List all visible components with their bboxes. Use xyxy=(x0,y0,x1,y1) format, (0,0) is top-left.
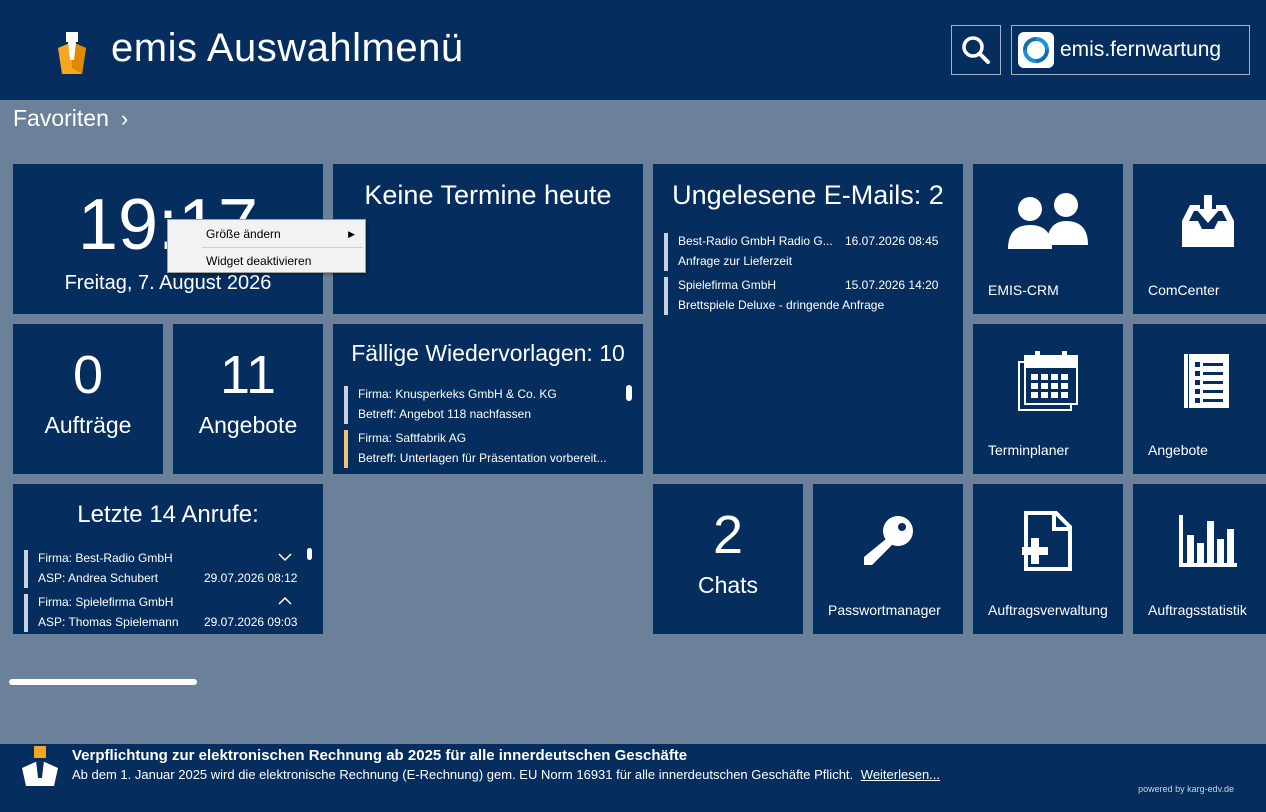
followups-scrollbar[interactable] xyxy=(626,385,632,401)
footer-title: Verpflichtung zur elektronischen Rechnun… xyxy=(72,747,688,764)
followup-company: Firma: Saftfabrik AG xyxy=(358,431,467,445)
chevron-up-icon[interactable] xyxy=(278,596,292,606)
document-list-icon xyxy=(1133,346,1266,416)
clock-date: Freitag, 7. August 2026 xyxy=(64,272,272,294)
call-date: 29.07.2026 09:03 xyxy=(204,615,298,629)
footer-message: Ab dem 1. Januar 2025 wird die elektroni… xyxy=(72,767,854,782)
powered-by-label: powered by karg-edv.de xyxy=(1138,784,1234,794)
footer-news-bar: Verpflichtung zur elektronischen Rechnun… xyxy=(0,744,1266,812)
followups-widget[interactable]: Fällige Wiedervorlagen: 10 Firma: Knuspe… xyxy=(333,324,643,474)
calls-scrollbar[interactable] xyxy=(307,548,312,560)
appointments-widget[interactable]: Keine Termine heute xyxy=(333,164,643,314)
call-company: Firma: Best-Radio GmbH xyxy=(38,551,173,565)
chevron-down-icon[interactable] xyxy=(278,552,292,562)
app-tile-angebote[interactable]: Angebote xyxy=(1133,324,1266,474)
app-tile-auftrag[interactable]: Auftragsverwaltung xyxy=(973,484,1123,634)
followup-item[interactable]: Firma: Knusperkeks GmbH & Co. KG Betreff… xyxy=(344,384,624,424)
header-bar: emis Auswahlmenü emis.fernwartung xyxy=(0,0,1266,100)
offers-count: 11 xyxy=(219,345,277,405)
remote-support-label: emis.fernwartung xyxy=(1060,38,1222,61)
read-more-link[interactable]: Weiterlesen... xyxy=(861,767,940,782)
emis-logo-icon xyxy=(22,746,58,786)
inbox-download-icon xyxy=(1133,186,1266,256)
app-label-comcenter: ComCenter xyxy=(1148,282,1220,298)
followup-company: Firma: Knusperkeks GmbH & Co. KG xyxy=(358,387,557,401)
appointments-title: Keine Termine heute xyxy=(364,180,612,210)
call-date: 29.07.2026 08:12 xyxy=(204,571,298,585)
email-item[interactable]: Best-Radio GmbH Radio G... 16.07.2026 08… xyxy=(664,231,954,271)
context-menu-separator xyxy=(202,247,363,248)
calls-title: Letzte 14 Anrufe: xyxy=(77,501,259,528)
search-button[interactable] xyxy=(951,25,1001,75)
call-item[interactable]: Firma: Spielefirma GmbH ASP: Thomas Spie… xyxy=(24,592,304,632)
app-tile-termin[interactable]: Terminplaner xyxy=(973,324,1123,474)
footer-text: Ab dem 1. Januar 2025 wird die elektroni… xyxy=(72,767,940,782)
followup-subject: Betreff: Unterlagen für Präsentation vor… xyxy=(358,451,607,465)
calls-widget[interactable]: Letzte 14 Anrufe: Firma: Best-Radio GmbH… xyxy=(13,484,323,634)
call-item[interactable]: Firma: Best-Radio GmbH ASP: Andrea Schub… xyxy=(24,548,304,588)
chats-label: Chats xyxy=(697,572,759,598)
context-menu-resize-label: Größe ändern xyxy=(206,227,281,241)
app-label-crm: EMIS-CRM xyxy=(988,282,1059,298)
context-menu-resize[interactable]: Größe ändern ▶ xyxy=(168,222,365,246)
call-item-bar xyxy=(24,594,28,632)
app-tile-comcenter[interactable]: ComCenter xyxy=(1133,164,1266,314)
app-label-angebote: Angebote xyxy=(1148,442,1208,458)
context-menu: Größe ändern ▶ Widget deaktivieren xyxy=(167,219,366,273)
app-label-statistik: Auftragsstatistik xyxy=(1148,602,1247,618)
search-icon xyxy=(962,36,990,64)
followup-subject: Betreff: Angebot 118 nachfassen xyxy=(358,407,532,421)
emails-title: Ungelesene E-Mails: 2 xyxy=(672,180,944,210)
call-contact: ASP: Thomas Spielemann xyxy=(38,615,179,629)
bar-chart-icon xyxy=(1133,506,1266,576)
app-title: emis Auswahlmenü xyxy=(111,26,464,70)
users-icon xyxy=(973,186,1123,256)
favorites-label: Favoriten xyxy=(13,105,109,131)
email-date: 15.07.2026 14:20 xyxy=(845,278,939,292)
offers-widget[interactable]: 11 Angebote xyxy=(173,324,323,474)
app-tile-passwort[interactable]: Passwortmanager xyxy=(813,484,963,634)
call-item-bar xyxy=(24,550,28,588)
context-menu-disable-label: Widget deaktivieren xyxy=(206,254,312,268)
app-tile-statistik[interactable]: Auftragsstatistik xyxy=(1133,484,1266,634)
app-label-termin: Terminplaner xyxy=(988,442,1069,458)
email-item[interactable]: Spielefirma GmbH 15.07.2026 14:20 Bretts… xyxy=(664,275,954,315)
email-item-bar xyxy=(664,233,668,271)
chevron-right-icon: › xyxy=(120,105,129,131)
call-contact: ASP: Andrea Schubert xyxy=(38,571,159,585)
orders-label: Aufträge xyxy=(44,412,132,438)
email-subject: Brettspiele Deluxe - dringende Anfrage xyxy=(678,298,885,312)
orders-count: 0 xyxy=(72,345,104,405)
followups-title: Fällige Wiedervorlagen: 10 xyxy=(351,340,625,366)
email-sender: Best-Radio GmbH Radio G... xyxy=(678,234,833,248)
app-tile-crm[interactable]: EMIS-CRM xyxy=(973,164,1123,314)
app-label-auftrag: Auftragsverwaltung xyxy=(988,602,1108,618)
offers-label: Angebote xyxy=(198,412,298,438)
email-subject: Anfrage zur Lieferzeit xyxy=(678,254,793,268)
horizontal-scrollbar[interactable] xyxy=(9,679,197,685)
followup-item-bar xyxy=(344,430,348,468)
call-company: Firma: Spielefirma GmbH xyxy=(38,595,174,609)
favorites-title[interactable]: Favoriten › xyxy=(13,105,128,132)
app-label-passwort: Passwortmanager xyxy=(828,602,941,618)
orders-widget[interactable]: 0 Aufträge xyxy=(13,324,163,474)
calendar-icon xyxy=(973,346,1123,416)
remote-support-icon xyxy=(1018,32,1054,68)
submenu-arrow-icon: ▶ xyxy=(348,229,355,239)
emis-logo-icon xyxy=(58,32,86,74)
followup-item-bar xyxy=(344,386,348,424)
emails-widget[interactable]: Ungelesene E-Mails: 2 Best-Radio GmbH Ra… xyxy=(653,164,963,474)
email-sender: Spielefirma GmbH xyxy=(678,278,777,292)
email-item-bar xyxy=(664,277,668,315)
chats-count: 2 xyxy=(712,505,744,565)
followup-item[interactable]: Firma: Saftfabrik AG Betreff: Unterlagen… xyxy=(344,428,624,468)
chats-widget[interactable]: 2 Chats xyxy=(653,484,803,634)
context-menu-disable[interactable]: Widget deaktivieren xyxy=(168,249,365,273)
remote-support-button[interactable]: emis.fernwartung xyxy=(1011,25,1250,75)
key-icon xyxy=(813,506,963,576)
new-document-icon xyxy=(973,506,1123,576)
email-date: 16.07.2026 08:45 xyxy=(845,234,939,248)
